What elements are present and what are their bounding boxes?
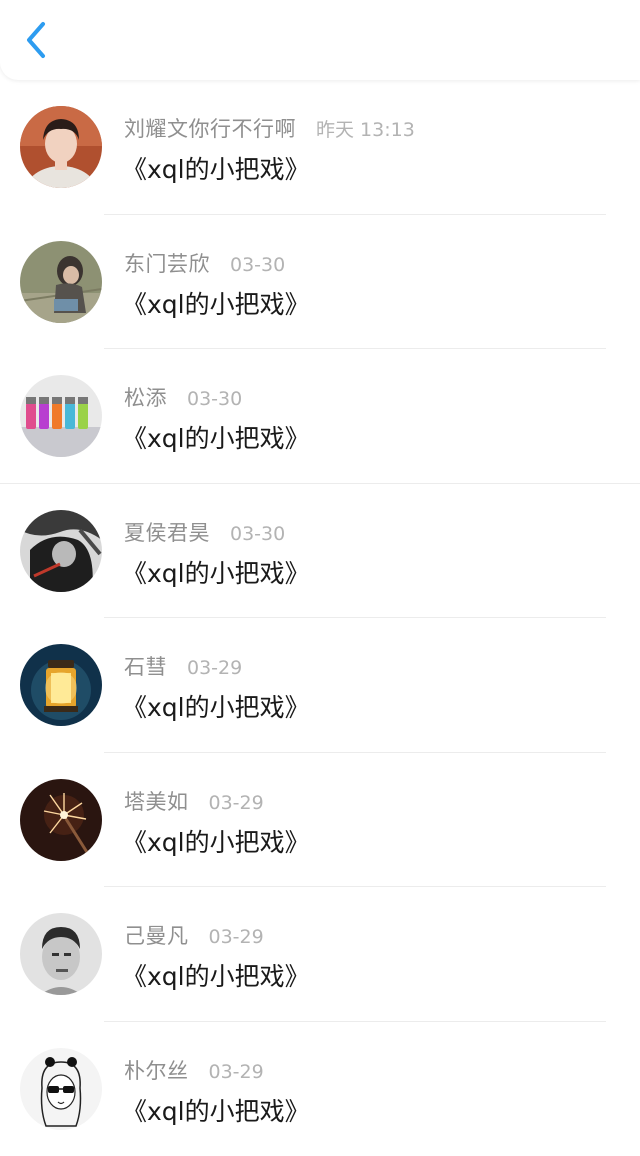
avatar[interactable] (20, 375, 102, 457)
back-button[interactable] (14, 18, 58, 62)
comment-content[interactable]: 《xql的小把戏》 (122, 1092, 310, 1128)
comment-time: 03-30 (187, 388, 242, 410)
avatar[interactable] (20, 106, 102, 188)
commenter-name[interactable]: 己曼凡 (124, 920, 189, 950)
avatar[interactable] (20, 510, 102, 592)
comment-time: 昨天 13:13 (316, 115, 415, 142)
commenter-name[interactable]: 朴尔丝 (124, 1055, 189, 1085)
avatar[interactable] (20, 913, 102, 995)
avatar[interactable] (20, 241, 102, 323)
comment-time: 03-29 (209, 926, 264, 948)
comment-content[interactable]: 《xql的小把戏》 (122, 554, 310, 590)
comment-item[interactable]: 夏侯君昊 03-30 《xql的小把戏》 (0, 484, 640, 619)
comment-time: 03-30 (230, 523, 285, 545)
comment-list: 刘耀文你行不行啊 昨天 13:13 《xql的小把戏》 东门芸欣 03-30 《… (0, 80, 640, 1156)
commenter-name[interactable]: 刘耀文你行不行啊 (124, 113, 296, 143)
comment-item[interactable]: 塔美如 03-29 《xql的小把戏》 (0, 753, 640, 888)
comment-item[interactable]: 松添 03-30 《xql的小把戏》 (0, 349, 640, 484)
comment-content[interactable]: 《xql的小把戏》 (122, 150, 310, 186)
top-bar (0, 0, 640, 80)
avatar[interactable] (20, 779, 102, 861)
comment-item[interactable]: 石彗 03-29 《xql的小把戏》 (0, 618, 640, 753)
comment-item[interactable]: 东门芸欣 03-30 《xql的小把戏》 (0, 215, 640, 350)
commenter-name[interactable]: 石彗 (124, 651, 167, 681)
comment-time: 03-29 (209, 1061, 264, 1083)
comment-item[interactable]: 己曼凡 03-29 《xql的小把戏》 (0, 887, 640, 1022)
comment-content[interactable]: 《xql的小把戏》 (122, 688, 310, 724)
comment-item[interactable]: 朴尔丝 03-29 《xql的小把戏》 (0, 1022, 640, 1156)
comment-content[interactable]: 《xql的小把戏》 (122, 957, 310, 993)
comment-time: 03-30 (230, 254, 285, 276)
comment-item[interactable]: 刘耀文你行不行啊 昨天 13:13 《xql的小把戏》 (0, 80, 640, 215)
avatar[interactable] (20, 1048, 102, 1130)
chevron-left-icon (23, 20, 49, 60)
commenter-name[interactable]: 塔美如 (124, 786, 189, 816)
commenter-name[interactable]: 东门芸欣 (124, 248, 210, 278)
comment-time: 03-29 (209, 792, 264, 814)
comment-content[interactable]: 《xql的小把戏》 (122, 419, 310, 455)
comment-content[interactable]: 《xql的小把戏》 (122, 285, 310, 321)
comment-time: 03-29 (187, 657, 242, 679)
avatar[interactable] (20, 644, 102, 726)
commenter-name[interactable]: 夏侯君昊 (124, 517, 210, 547)
comment-content[interactable]: 《xql的小把戏》 (122, 823, 310, 859)
commenter-name[interactable]: 松添 (124, 382, 167, 412)
